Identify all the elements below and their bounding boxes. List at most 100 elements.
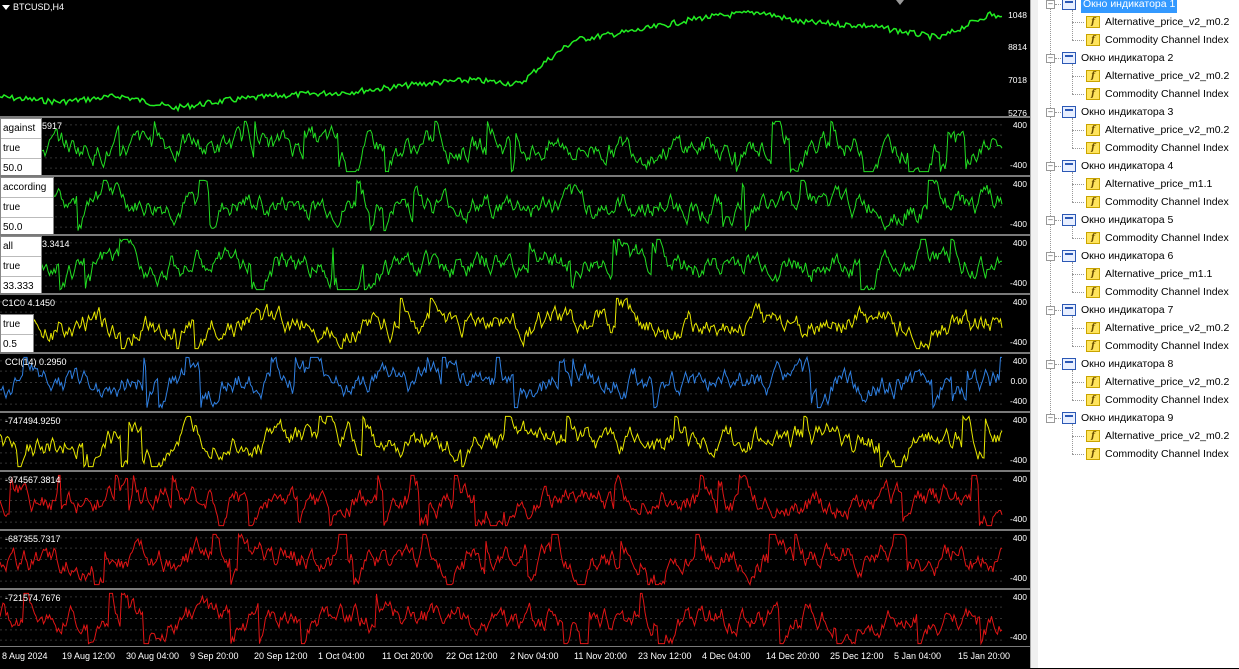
panel-field[interactable]: true — [1, 315, 33, 335]
tree-window-node[interactable]: Окно индикатора 5 — [1062, 211, 1173, 229]
tree-indicator-label[interactable]: Commodity Channel Index — [1105, 139, 1229, 157]
splitter[interactable] — [1030, 0, 1038, 668]
tree-window-node[interactable]: Окно индикатора 7 — [1062, 301, 1173, 319]
indicator-scale[interactable]: 400 -400 — [1002, 472, 1030, 529]
tree-window-label[interactable]: Окно индикатора 7 — [1081, 301, 1173, 319]
tree-indicator-item[interactable]: f Commodity Channel Index — [1086, 337, 1229, 355]
tree-indicator-item[interactable]: f Alternative_price_v2_m0.2 — [1086, 319, 1229, 337]
price-scale[interactable]: 1048 8814 7018 5276 — [1002, 0, 1030, 116]
collapse-icon[interactable]: – — [1046, 414, 1055, 423]
chart-area[interactable]: BTCUSD,H4 1048 8814 7018 5276 5917 against tr… — [0, 0, 1030, 668]
tree-indicator-item[interactable]: f Commodity Channel Index — [1086, 139, 1229, 157]
panel-field[interactable]: 0.5 — [1, 335, 33, 352]
tree-indicator-label[interactable]: Commodity Channel Index — [1105, 31, 1229, 49]
indicator-pane-5[interactable]: CCI(14) 0.2950 400 0.00 -400 — [0, 354, 1030, 413]
tree-window-label[interactable]: Окно индикатора 4 — [1081, 157, 1173, 175]
tree-indicator-item[interactable]: f Alternative_price_m1.1 — [1086, 175, 1212, 193]
time-axis[interactable]: 8 Aug 2024 19 Aug 12:00 30 Aug 04:00 9 Sep … — [0, 646, 1030, 669]
chevron-down-icon[interactable] — [2, 4, 10, 10]
tree-indicator-item[interactable]: f Commodity Channel Index — [1086, 445, 1229, 463]
indicator-params-panel[interactable]: according true 50.0 — [0, 177, 54, 234]
tree-window-node[interactable]: Окно индикатора 3 — [1062, 103, 1173, 121]
tree-window-node[interactable]: Окно индикатора 4 — [1062, 157, 1173, 175]
panel-field[interactable]: 50.0 — [1, 159, 41, 175]
tree-window-label[interactable]: Окно индикатора 8 — [1081, 355, 1173, 373]
collapse-icon[interactable]: – — [1046, 162, 1055, 171]
tree-indicator-item[interactable]: f Commodity Channel Index — [1086, 229, 1229, 247]
tree-window-label[interactable]: Окно индикатора 3 — [1081, 103, 1173, 121]
panel-field[interactable]: true — [1, 139, 41, 159]
indicator-pane-7[interactable]: -974567.3814 400 -400 — [0, 472, 1030, 531]
panel-field[interactable]: true — [1, 257, 41, 277]
tree-indicator-label[interactable]: Commodity Channel Index — [1105, 445, 1229, 463]
indicator-pane-6[interactable]: -747494.9250 400 -400 — [0, 413, 1030, 472]
tree-indicator-item[interactable]: f Alternative_price_v2_m0.2 — [1086, 373, 1229, 391]
panel-field[interactable]: according — [1, 178, 53, 198]
collapse-icon[interactable]: – — [1046, 252, 1055, 261]
tree-indicator-label[interactable]: Commodity Channel Index — [1105, 85, 1229, 103]
tree-window-node[interactable]: Окно индикатора 1 — [1062, 0, 1178, 13]
panel-field[interactable]: 33.333 — [1, 277, 41, 293]
collapse-icon[interactable]: – — [1046, 360, 1055, 369]
indicator-pane-3[interactable]: 3.3414 all true 33.333 400 -400 — [0, 236, 1030, 295]
main-price-pane[interactable]: BTCUSD,H4 1048 8814 7018 5276 — [0, 0, 1030, 118]
indicator-params-panel[interactable]: true 0.5 — [0, 314, 34, 352]
indicator-scale[interactable]: 400 -400 — [1002, 590, 1030, 647]
tree-indicator-item[interactable]: f Alternative_price_v2_m0.2 — [1086, 427, 1229, 445]
indicator-scale[interactable]: 400 0.00 -400 — [1002, 354, 1030, 411]
indicator-scale[interactable]: 400 -400 — [1002, 118, 1030, 175]
collapse-icon[interactable]: – — [1046, 0, 1055, 9]
tree-indicator-item[interactable]: f Commodity Channel Index — [1086, 31, 1229, 49]
indicator-params-panel[interactable]: against true 50.0 — [0, 118, 42, 175]
collapse-icon[interactable]: – — [1046, 216, 1055, 225]
collapse-icon[interactable]: – — [1046, 54, 1055, 63]
price-chart[interactable] — [0, 0, 1030, 118]
panel-field[interactable]: against — [1, 119, 41, 139]
tree-indicator-item[interactable]: f Commodity Channel Index — [1086, 85, 1229, 103]
tree-indicator-label[interactable]: Alternative_price_v2_m0.2 — [1105, 13, 1229, 31]
tree-indicator-label[interactable]: Alternative_price_v2_m0.2 — [1105, 67, 1229, 85]
tree-window-label[interactable]: Окно индикатора 2 — [1081, 49, 1173, 67]
tree-indicator-label[interactable]: Commodity Channel Index — [1105, 229, 1229, 247]
indicator-pane-1[interactable]: 5917 against true 50.0 400 -400 — [0, 118, 1030, 177]
tree-indicator-label[interactable]: Alternative_price_m1.1 — [1105, 175, 1212, 193]
indicator-pane-4[interactable]: C1C0 4.1450 true 0.5 400 -400 — [0, 295, 1030, 354]
indicator-scale[interactable]: 400 -400 — [1002, 177, 1030, 234]
panel-field[interactable]: true — [1, 198, 53, 218]
indicator-scale[interactable]: 400 -400 — [1002, 413, 1030, 470]
tree-window-label[interactable]: Окно индикатора 9 — [1081, 409, 1173, 427]
indicator-scale[interactable]: 400 -400 — [1002, 236, 1030, 293]
collapse-icon[interactable]: – — [1046, 108, 1055, 117]
tree-indicator-item[interactable]: f Alternative_price_v2_m0.2 — [1086, 13, 1229, 31]
tree-window-label[interactable]: Окно индикатора 1 — [1081, 0, 1178, 13]
tree-indicator-label[interactable]: Commodity Channel Index — [1105, 391, 1229, 409]
panel-field[interactable]: 50.0 — [1, 218, 53, 234]
indicator-scale[interactable]: 400 -400 — [1002, 531, 1030, 588]
tree-indicator-label[interactable]: Alternative_price_m1.1 — [1105, 265, 1212, 283]
tree-indicator-label[interactable]: Alternative_price_v2_m0.2 — [1105, 373, 1229, 391]
indicator-tree[interactable]: – Окно индикатора 1 f Alternative_price_v2_… — [1038, 0, 1239, 668]
indicator-pane-9[interactable]: -721574.7676 400 -400 — [0, 590, 1030, 649]
indicator-params-panel[interactable]: all true 33.333 — [0, 236, 42, 293]
tree-indicator-item[interactable]: f Commodity Channel Index — [1086, 391, 1229, 409]
tree-window-label[interactable]: Окно индикатора 6 — [1081, 247, 1173, 265]
tree-window-node[interactable]: Окно индикатора 2 — [1062, 49, 1173, 67]
collapse-icon[interactable]: – — [1046, 306, 1055, 315]
tree-indicator-label[interactable]: Alternative_price_v2_m0.2 — [1105, 121, 1229, 139]
tree-window-node[interactable]: Окно индикатора 6 — [1062, 247, 1173, 265]
tree-indicator-label[interactable]: Commodity Channel Index — [1105, 283, 1229, 301]
tree-indicator-label[interactable]: Alternative_price_v2_m0.2 — [1105, 427, 1229, 445]
tree-indicator-item[interactable]: f Commodity Channel Index — [1086, 283, 1229, 301]
tree-indicator-item[interactable]: f Alternative_price_v2_m0.2 — [1086, 67, 1229, 85]
shift-marker[interactable] — [896, 0, 904, 5]
tree-indicator-item[interactable]: f Commodity Channel Index — [1086, 193, 1229, 211]
indicator-scale[interactable]: 400 -400 — [1002, 295, 1030, 352]
panel-field[interactable]: all — [1, 237, 41, 257]
indicator-pane-2[interactable]: 0accordingtrue50.0400-400 — [0, 177, 1030, 236]
indicator-pane-8[interactable]: -687355.7317 400 -400 — [0, 531, 1030, 590]
tree-indicator-item[interactable]: f Alternative_price_v2_m0.2 — [1086, 121, 1229, 139]
tree-indicator-label[interactable]: Commodity Channel Index — [1105, 337, 1229, 355]
tree-window-node[interactable]: Окно индикатора 8 — [1062, 355, 1173, 373]
tree-indicator-item[interactable]: f Alternative_price_m1.1 — [1086, 265, 1212, 283]
tree-window-node[interactable]: Окно индикатора 9 — [1062, 409, 1173, 427]
